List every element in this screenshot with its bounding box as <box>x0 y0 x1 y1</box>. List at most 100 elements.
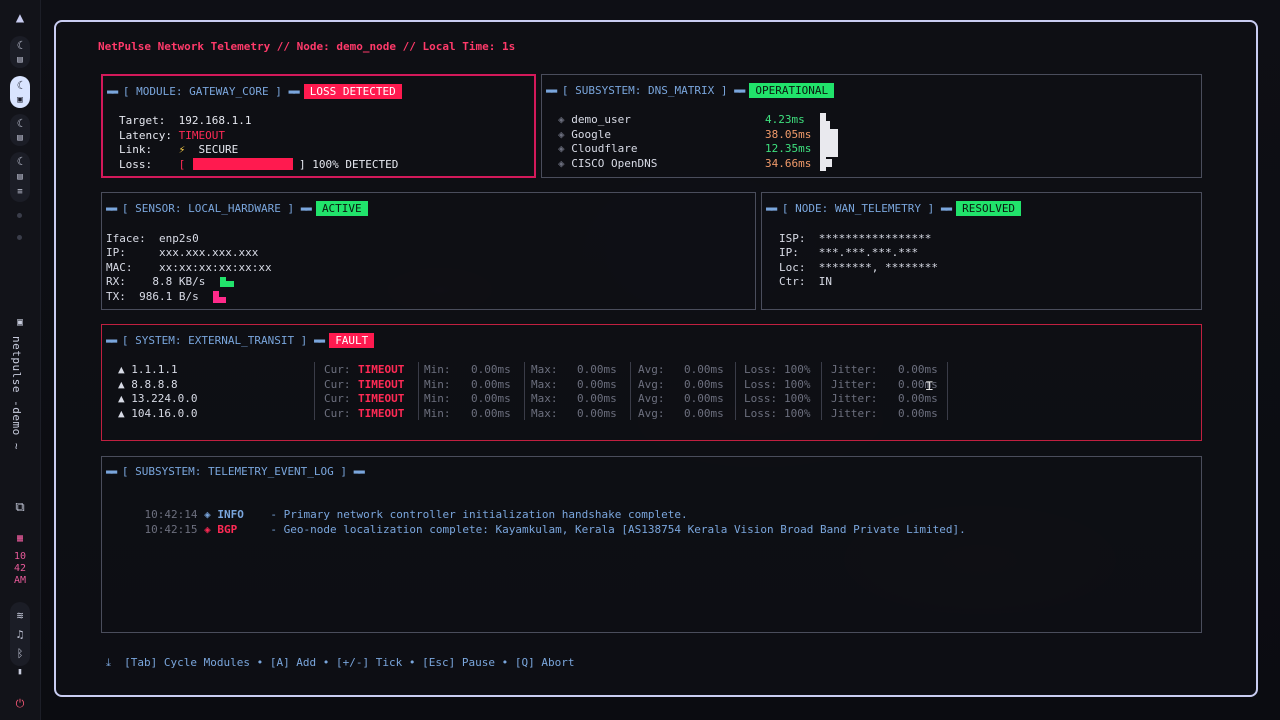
transit-host: ▲ 8.8.8.8 <box>118 378 178 391</box>
link-label: Link: <box>119 143 153 156</box>
eventlog-title: [ SUBSYSTEM: TELEMETRY_EVENT_LOG ] <box>121 465 348 478</box>
transit-min-value: 0.00ms <box>471 378 511 391</box>
transit-cur-value: TIMEOUT <box>358 392 405 405</box>
tx-sparkline <box>219 297 226 303</box>
up-arrow-icon: ▲ <box>118 378 125 391</box>
panel-title: ▬▬ [ SUBSYSTEM: DNS_MATRIX ] ▬▬ OPERATION… <box>546 83 835 98</box>
transit-jitter-label: Jitter: <box>831 363 878 376</box>
transit-jitter-value: 0.00ms <box>898 407 938 420</box>
transit-host: ▲ 1.1.1.1 <box>118 363 178 376</box>
transit-avg-label: Avg: <box>638 363 665 376</box>
transit-min-value: 0.00ms <box>471 363 511 376</box>
transit-min-value: 0.00ms <box>471 407 511 420</box>
window-icon: ▤ <box>17 133 23 143</box>
clock-minute: 42 <box>13 563 27 574</box>
transit-min-label: Min: <box>424 407 451 420</box>
moon-icon: ☾ <box>16 155 24 168</box>
dns-title: [ SUBSYSTEM: DNS_MATRIX ] <box>561 84 728 97</box>
moon-icon: ☾ <box>16 117 24 130</box>
mac-value: xx:xx:xx:xx:xx:xx <box>159 261 272 274</box>
transit-cur-value: TIMEOUT <box>358 378 405 391</box>
network-monitor-icon[interactable]: ⧉ <box>12 501 28 515</box>
resolved-badge: RESOLVED <box>956 201 1022 216</box>
transit-cur-label: Cur: <box>324 378 351 391</box>
dns-latency: 34.66ms <box>765 157 812 170</box>
page-title: NetPulse Network Telemetry // Node: demo… <box>98 40 516 53</box>
transit-max-label: Max: <box>531 407 558 420</box>
transit-max-value: 0.00ms <box>577 407 617 420</box>
panel-title: ▬▬ [ SUBSYSTEM: TELEMETRY_EVENT_LOG ] ▬▬ <box>106 465 365 478</box>
mac-label: MAC: <box>106 261 133 274</box>
up-arrow-icon: ▲ <box>118 363 125 376</box>
wan-ip-label: IP: <box>779 246 799 259</box>
iface-value: enp2s0 <box>159 232 199 245</box>
scroll-arrow-icon: ⤓ <box>106 656 111 669</box>
keybind-footer: ⤓ [Tab] Cycle Modules • [A] Add • [+/-] … <box>106 656 574 670</box>
text-cursor-icon: Ɪ <box>926 379 933 393</box>
ctr-value: IN <box>818 275 832 288</box>
transit-max-label: Max: <box>531 392 558 405</box>
workspace-title: netpulse -demo ~ <box>10 336 23 450</box>
transit-cur-label: Cur: <box>324 407 351 420</box>
dns-server-name: Google <box>571 128 611 141</box>
clock-ampm: AM <box>13 575 27 586</box>
workspace-dock: ▲ ☾ ▤ ☾ ▣ ☾ ▤ ☾ ▤ ≡ ▣ netpulse -demo ~ ⧉… <box>0 0 41 720</box>
ip-label: IP: <box>106 246 126 259</box>
gateway-title: [ MODULE: GATEWAY_CORE ] <box>122 85 282 98</box>
battery-icon[interactable]: ▮ <box>12 665 28 679</box>
empty-workspace-dot[interactable] <box>17 213 22 218</box>
panel-title: ▬▬ [ MODULE: GATEWAY_CORE ] ▬▬ LOSS DETEC… <box>107 84 402 99</box>
transit-host: ▲ 13.224.0.0 <box>118 392 197 405</box>
transit-max-label: Max: <box>531 363 558 376</box>
transit-jitter-label: Jitter: <box>831 378 878 391</box>
transit-loss-value: 100% <box>784 378 811 391</box>
launcher-icon[interactable]: ▲ <box>12 11 28 25</box>
clock[interactable]: 10 42 AM <box>8 551 32 587</box>
terminal-icon: ▣ <box>17 95 23 105</box>
transit-cur-value: TIMEOUT <box>358 407 405 420</box>
target-value: 192.168.1.1 <box>178 114 252 127</box>
footer-keybinds: [Tab] Cycle Modules • [A] Add • [+/-] Ti… <box>124 656 575 669</box>
transit-jitter-label: Jitter: <box>831 407 878 420</box>
calendar-icon[interactable]: ▦ <box>12 532 28 546</box>
bolt-icon: ⚡ <box>178 143 186 156</box>
bluetooth-icon[interactable]: ᛒ <box>12 647 28 661</box>
list-icon: ≡ <box>17 187 23 197</box>
dns-latency-sparkline <box>826 159 832 167</box>
event-level: BGP <box>217 523 238 536</box>
event-time: 10:42:15 <box>144 523 198 536</box>
loss-value: 100% DETECTED <box>312 158 399 171</box>
transit-loss-label: Loss: <box>744 392 778 405</box>
transit-avg-value: 0.00ms <box>684 378 724 391</box>
transit-loss-value: 100% <box>784 392 811 405</box>
window-icon: ▤ <box>17 172 23 182</box>
dns-server-name: Cloudflare <box>571 142 638 155</box>
transit-min-value: 0.00ms <box>471 392 511 405</box>
dns-matrix-panel: ▬▬ [ SUBSYSTEM: DNS_MATRIX ] ▬▬ OPERATION… <box>541 74 1202 178</box>
empty-workspace-dot[interactable] <box>17 235 22 240</box>
panel-title: ▬▬ [ SYSTEM: EXTERNAL_TRANSIT ] ▬▬ FAULT <box>106 333 375 348</box>
transit-loss-value: 100% <box>784 407 811 420</box>
fault-badge: FAULT <box>329 333 375 348</box>
wifi-icon[interactable]: ≋ <box>12 609 28 623</box>
window-icon: ▤ <box>17 55 23 65</box>
transit-cur-label: Cur: <box>324 363 351 376</box>
loss-label: Loss: <box>119 158 153 171</box>
iface-label: Iface: <box>106 232 146 245</box>
target-label: Target: <box>119 114 166 127</box>
transit-host-address: 8.8.8.8 <box>131 378 178 391</box>
transit-min-label: Min: <box>424 392 451 405</box>
power-icon[interactable]: ⏻ <box>12 697 28 711</box>
active-badge: ACTIVE <box>315 201 368 216</box>
tx-label: TX: <box>106 290 126 303</box>
external-transit-panel: ▬▬ [ SYSTEM: EXTERNAL_TRANSIT ] ▬▬ FAULT … <box>101 324 1202 441</box>
transit-jitter-label: Jitter: <box>831 392 878 405</box>
audio-icon[interactable]: ♫ <box>12 628 28 642</box>
transit-avg-label: Avg: <box>638 392 665 405</box>
transit-cur-label: Cur: <box>324 392 351 405</box>
transit-avg-label: Avg: <box>638 378 665 391</box>
dns-server-name: CISCO OpenDNS <box>571 157 658 170</box>
transit-avg-label: Avg: <box>638 407 665 420</box>
dns-latency: 12.35ms <box>765 142 812 155</box>
wan-ip-value: ***.***.***.*** <box>818 246 919 259</box>
